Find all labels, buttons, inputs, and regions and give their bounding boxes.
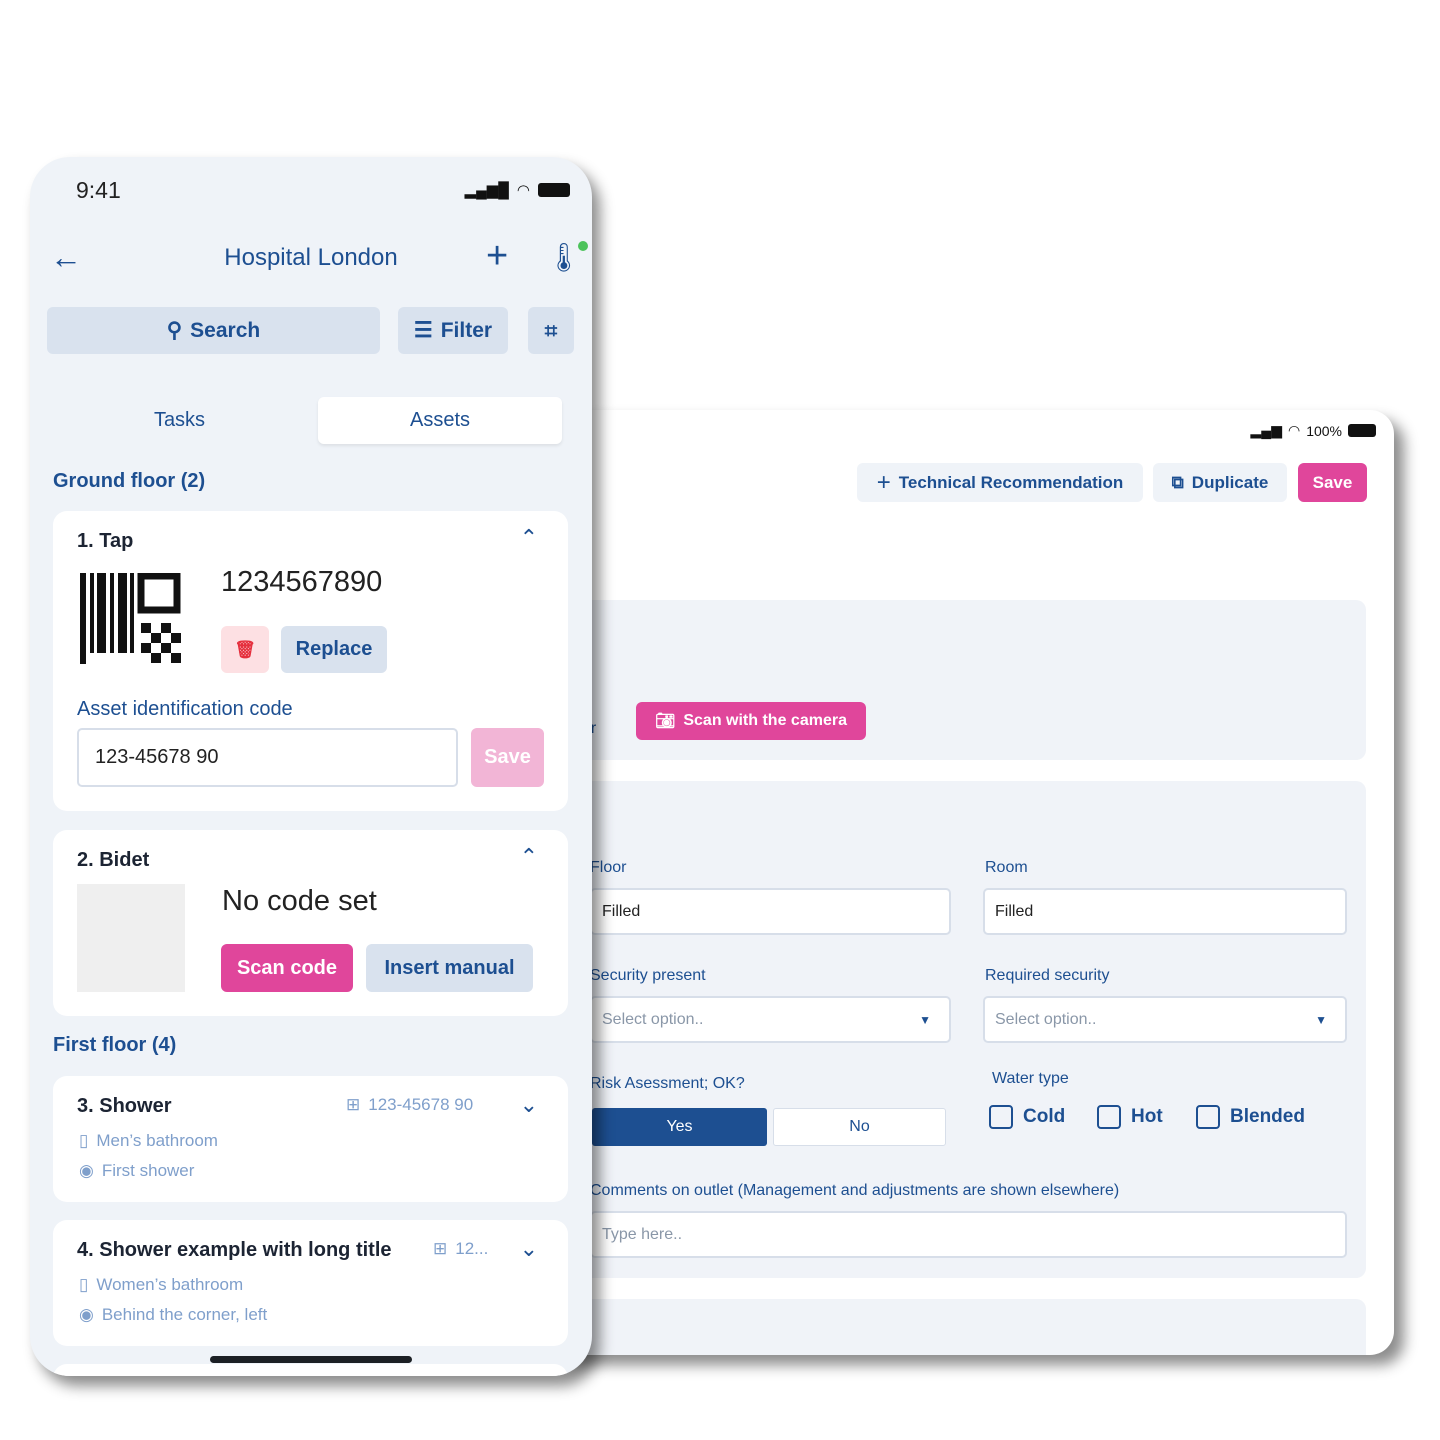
signal-icon: ▂▄▆ (1250, 422, 1282, 438)
sliders-icon: ☰ (413, 319, 433, 342)
plus-icon: + (876, 468, 891, 496)
chevron-down-icon[interactable]: ⌄ (520, 1236, 538, 1262)
phone-status-bar: ▂▄▆█ ◠ (465, 181, 570, 199)
search-icon: ⚲ (166, 319, 183, 342)
qr-code-icon: ⌗ (544, 317, 558, 343)
scan-panel: or 📷︎Scan with the camera (560, 600, 1366, 760)
location-pin-icon: ◉ (79, 1161, 94, 1180)
form-panel: Floor Filled Room Filled Security presen… (560, 781, 1366, 1278)
asset-title: 1. Tap (77, 530, 134, 552)
wifi-icon: ◠ (1287, 422, 1301, 438)
location-info: ◉ Behind the corner, left (79, 1305, 268, 1324)
water-hot-checkbox[interactable]: Hot (1097, 1105, 1163, 1129)
group-header: Ground floor (2) (53, 470, 206, 492)
tab-assets[interactable]: Assets (318, 397, 562, 444)
copy-icon: ⧉ (1171, 472, 1184, 492)
technical-recommendation-button[interactable]: + Technical Recommendation (857, 463, 1143, 502)
battery-percent: 100% (1306, 422, 1342, 439)
caret-down-icon: ▼ (1315, 1012, 1327, 1027)
comments-input[interactable]: Type here.. (590, 1211, 1347, 1258)
room-info: ▯ Men’s bathroom (79, 1131, 218, 1150)
replace-button[interactable]: Replace (281, 626, 387, 673)
duplicate-button[interactable]: ⧉ Duplicate (1153, 463, 1287, 502)
insert-manual-button[interactable]: Insert manual (366, 944, 533, 992)
room-input[interactable]: Filled (983, 888, 1347, 935)
code-placeholder-image (77, 884, 185, 992)
tablet-screen: ▂▄▆ ◠ 100% + Technical Recommendation ⧉ Du… (560, 410, 1394, 1355)
caret-down-icon: ▼ (919, 1012, 931, 1027)
tab-tasks[interactable]: Tasks (47, 397, 312, 444)
delete-button[interactable]: 🗑︎ (221, 626, 269, 673)
plus-icon[interactable]: + (486, 235, 508, 278)
next-panel (560, 1299, 1366, 1355)
asset-title: 4. Shower example with long title (77, 1239, 392, 1261)
thermometer-icon[interactable]: 🌡︎ (546, 241, 588, 274)
security-present-select[interactable]: Select option.. ▼ (590, 996, 951, 1043)
asset-code: ⊞ 12... (433, 1239, 489, 1258)
wifi-icon: ◠ (516, 182, 530, 199)
signal-icon: ▂▄▆█ (464, 182, 509, 199)
asset-card-shower[interactable]: 3. Shower ⊞ 123-45678 90 ⌄ ▯ Men’s bathroo… (53, 1076, 568, 1202)
asset-save-button[interactable]: Save (471, 728, 544, 787)
battery-icon (1348, 424, 1376, 437)
phone-screen: 9:41 ▂▄▆█ ◠ ← Hospital London + 🌡︎ ⚲ Searc… (30, 157, 592, 1376)
required-security-label: Required security (985, 967, 1110, 984)
save-button[interactable]: Save (1298, 463, 1367, 502)
group-header: First floor (4) (53, 1034, 177, 1056)
asset-code: No code set (222, 885, 377, 917)
room-label: Room (985, 859, 1028, 876)
security-present-label: Security present (590, 967, 706, 984)
search-button[interactable]: ⚲ Search (47, 307, 380, 354)
battery-icon (538, 183, 570, 197)
home-indicator (210, 1356, 412, 1363)
floor-label: Floor (590, 859, 627, 876)
asset-code: 1234567890 (221, 566, 383, 598)
scan-code-button[interactable]: Scan code (221, 944, 353, 992)
camera-icon: 📷︎ (655, 713, 676, 730)
tablet-status-bar: ▂▄▆ ◠ 100% (1251, 422, 1376, 439)
asset-title: 3. Shower (77, 1095, 172, 1117)
required-security-select[interactable]: Select option.. ▼ (983, 996, 1347, 1043)
no-toggle[interactable]: No (773, 1108, 946, 1146)
trash-icon: 🗑︎ (234, 639, 256, 659)
asset-card-tap: 1. Tap ⌃ 1234567890 🗑︎ Replace Asset ide… (53, 511, 568, 811)
door-icon: ▯ (79, 1131, 89, 1150)
filter-button[interactable]: ☰ Filter (398, 307, 508, 354)
yes-toggle[interactable]: Yes (592, 1108, 767, 1146)
chevron-down-icon[interactable]: ⌄ (520, 1092, 538, 1118)
asset-code-label: Asset identification code (77, 698, 293, 720)
status-time: 9:41 (76, 177, 121, 203)
chevron-up-icon[interactable]: ⌃ (520, 525, 538, 551)
qr-code-icon: ⊞ (346, 1095, 361, 1114)
asset-code-input[interactable]: 123-45678 90 (77, 728, 458, 787)
room-info: ▯ Women’s bathroom (79, 1275, 244, 1294)
qr-scan-button[interactable]: ⌗ (528, 307, 574, 354)
water-type-label: Water type (992, 1070, 1069, 1087)
water-blended-checkbox[interactable]: Blended (1196, 1105, 1305, 1129)
location-info: ◉ First shower (79, 1161, 195, 1180)
asset-code: ⊞ 123-45678 90 (346, 1095, 474, 1114)
asset-card-shower-long[interactable]: 4. Shower example with long title ⊞ 12...… (53, 1220, 568, 1346)
floor-input[interactable]: Filled (590, 888, 951, 935)
asset-card-next (53, 1364, 568, 1376)
chevron-up-icon[interactable]: ⌃ (520, 844, 538, 870)
location-pin-icon: ◉ (79, 1305, 94, 1324)
asset-card-bidet: 2. Bidet ⌃ No code set Scan code Insert … (53, 830, 568, 1016)
comments-label: Comments on outlet (Management and adjus… (590, 1182, 1120, 1199)
barcode-qr-image (80, 573, 181, 664)
water-cold-checkbox[interactable]: Cold (989, 1105, 1065, 1129)
scan-camera-button[interactable]: 📷︎ Scan with the camera (636, 702, 866, 740)
qr-code-icon: ⊞ (433, 1239, 448, 1258)
asset-title: 2. Bidet (77, 849, 150, 871)
door-icon: ▯ (79, 1275, 89, 1294)
risk-label: Risk Asessment; OK? (590, 1075, 745, 1092)
